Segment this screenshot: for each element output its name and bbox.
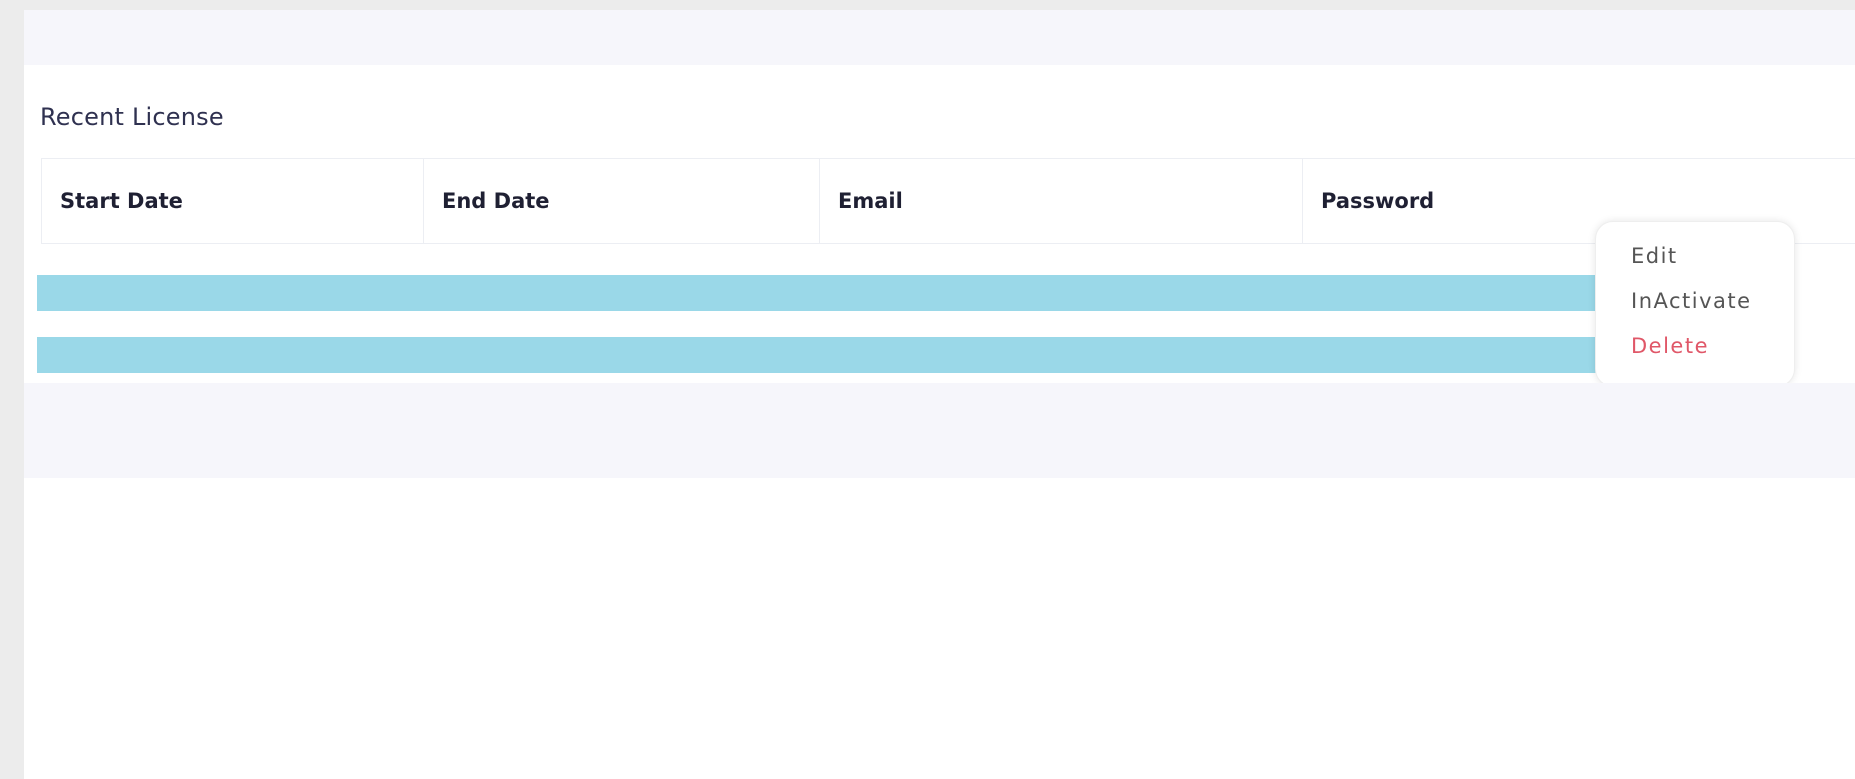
bottom-band: [24, 383, 1855, 478]
top-band: [24, 10, 1855, 65]
menu-item-edit[interactable]: Edit: [1631, 244, 1678, 268]
menu-item-delete[interactable]: Delete: [1631, 334, 1709, 358]
recent-license-panel: Recent License Start Date End Date Email…: [24, 65, 1855, 387]
table-header: Start Date End Date Email Password: [41, 158, 1855, 244]
row-action-menu: Edit InActivate Delete: [1595, 221, 1795, 387]
menu-item-inactivate[interactable]: InActivate: [1631, 289, 1752, 313]
column-header-end-date[interactable]: End Date: [424, 159, 820, 243]
page-content: Recent License Start Date End Date Email…: [24, 10, 1855, 779]
table-row[interactable]: [37, 337, 1597, 373]
column-header-start-date[interactable]: Start Date: [42, 159, 424, 243]
table-row[interactable]: [37, 275, 1597, 311]
column-header-email[interactable]: Email: [820, 159, 1303, 243]
section-title: Recent License: [40, 103, 224, 131]
